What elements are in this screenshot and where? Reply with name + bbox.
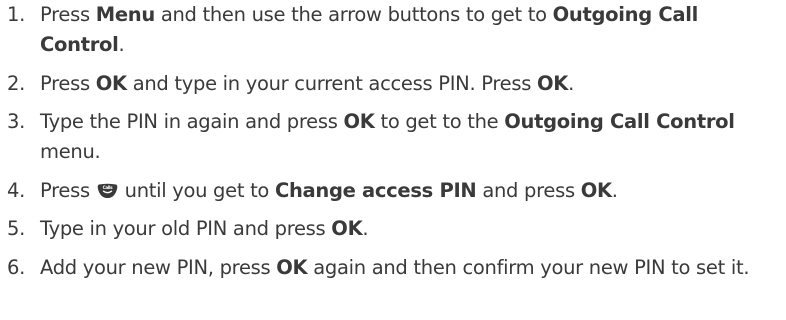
- step-3: 3. Type the PIN in again and press OK to…: [0, 107, 786, 167]
- step-number: 2.: [7, 71, 26, 95]
- step-1: 1. Press Menu and then use the arrow but…: [0, 0, 786, 60]
- instruction-steps-list: 1. Press Menu and then use the arrow but…: [0, 0, 786, 291]
- calls-icon-text: Calls: [102, 185, 113, 190]
- step-text: menu.: [40, 140, 101, 163]
- step-text: .: [118, 33, 125, 56]
- calls-button-icon: Calls: [97, 183, 118, 198]
- step-text: Add your new PIN, press: [40, 255, 277, 279]
- step-text: until you get to: [118, 178, 275, 202]
- step-number: 5.: [7, 217, 26, 240]
- ok-key-label: OK: [536, 71, 569, 95]
- menu-key-label: Menu: [95, 3, 156, 26]
- change-access-pin-label: Change access PIN: [274, 178, 477, 202]
- step-number: 1.: [7, 3, 26, 26]
- step-text: and press: [476, 178, 581, 202]
- step-number: 6.: [7, 255, 26, 279]
- step-text: .: [568, 71, 574, 95]
- step-text: again and then confirm your new PIN to s…: [307, 255, 750, 279]
- ok-key-label: OK: [331, 217, 363, 240]
- outgoing-call-control-label: Outgoing Call Control: [504, 110, 735, 133]
- ok-key-label: OK: [343, 110, 375, 133]
- step-text: to get to the: [374, 110, 505, 133]
- step-text: and type in your current access PIN. Pre…: [126, 71, 537, 95]
- step-text: Press: [40, 178, 96, 202]
- step-4: 4. Press Calls until you get to Change a…: [0, 176, 786, 206]
- step-6: 6. Add your new PIN, press OK again and …: [0, 253, 786, 283]
- step-number: 3.: [7, 110, 26, 133]
- ok-key-label: OK: [276, 255, 308, 279]
- ok-key-label: OK: [580, 178, 612, 202]
- step-text: Press: [40, 71, 96, 95]
- step-text: Type in your old PIN and press: [40, 217, 332, 240]
- step-5: 5. Type in your old PIN and press OK.: [0, 214, 786, 244]
- step-2: 2. Press OK and type in your current acc…: [0, 69, 786, 99]
- ok-key-label: OK: [95, 71, 127, 95]
- step-text: .: [611, 178, 618, 202]
- step-text: .: [362, 217, 369, 240]
- step-text: and then use the arrow buttons to get to: [154, 3, 553, 26]
- step-number: 4.: [7, 178, 26, 202]
- step-text: Type the PIN in again and press: [40, 110, 344, 133]
- step-text: Press: [40, 3, 96, 26]
